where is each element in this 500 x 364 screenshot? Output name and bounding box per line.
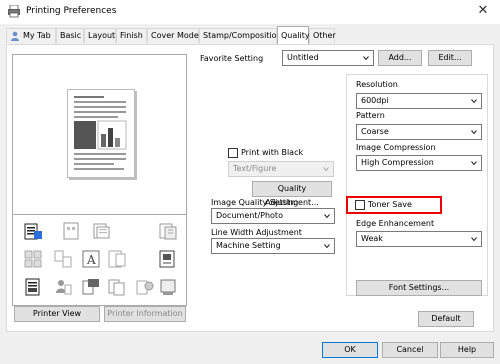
default-button[interactable]: Default xyxy=(418,311,474,327)
document-layout-icon xyxy=(24,223,42,240)
printer-icon xyxy=(8,5,20,18)
tab-label: Finish xyxy=(120,31,143,40)
duplex-icon xyxy=(159,223,177,240)
favorite-setting-label: Favorite Setting xyxy=(200,54,264,63)
tab-quality[interactable]: Quality xyxy=(277,26,310,44)
printing-preferences-window: Printing Preferences ✕ My Tab Basic Layo… xyxy=(0,0,500,364)
tab-label: Other xyxy=(313,31,336,40)
close-button[interactable]: ✕ xyxy=(466,0,500,24)
tab-label: My Tab xyxy=(23,31,51,40)
window-title: Printing Preferences xyxy=(26,6,117,16)
close-icon: ✕ xyxy=(477,3,489,18)
help-label: Help xyxy=(457,345,477,354)
add-button[interactable]: Add... xyxy=(378,50,422,66)
edge-enhancement-dropdown[interactable]: Weak xyxy=(356,231,482,247)
font-settings-label: Font Settings... xyxy=(388,283,450,292)
image-quality-setting-label: Image Quality Setting xyxy=(211,198,299,207)
pattern-label: Pattern xyxy=(356,111,385,120)
favorite-setting-value: Untitled xyxy=(287,53,319,62)
finishing-icon xyxy=(159,250,175,268)
tab-label: Stamp/Composition xyxy=(203,31,282,40)
chevron-down-icon xyxy=(324,244,330,249)
pattern-dropdown[interactable]: Coarse xyxy=(356,124,482,140)
ok-label: OK xyxy=(344,345,356,354)
chevron-down-icon xyxy=(471,130,477,135)
document-preview-icon xyxy=(67,89,135,178)
add-button-label: Add... xyxy=(388,53,412,62)
text-watermark-icon: A xyxy=(82,250,100,268)
image-compression-dropdown[interactable]: High Compression xyxy=(356,155,482,171)
dialog-button-bar: OK Cancel Help xyxy=(0,332,500,364)
poster-icon xyxy=(24,250,42,268)
output-options-icon-panel: A xyxy=(12,214,187,306)
printer-view-button[interactable]: Printer View xyxy=(14,306,100,322)
n-up-icon xyxy=(54,250,72,268)
chevron-down-icon xyxy=(363,56,369,61)
user-document-icon xyxy=(56,280,72,295)
line-width-adjustment-label: Line Width Adjustment xyxy=(211,228,302,237)
svg-text:A: A xyxy=(86,253,96,267)
zoom-icon xyxy=(108,250,126,268)
tab-stamp-composition[interactable]: Stamp/Composition xyxy=(199,28,282,43)
image-quality-value: Document/Photo xyxy=(216,211,283,220)
image-quality-dropdown[interactable]: Document/Photo xyxy=(211,208,335,224)
copies-icon xyxy=(108,279,125,296)
image-compression-label: Image Compression xyxy=(356,143,436,152)
cancel-button[interactable]: Cancel xyxy=(382,342,438,358)
account-track-icon xyxy=(136,280,154,295)
quality-adjustment-button[interactable]: Quality Adjustment... xyxy=(252,181,332,207)
cancel-label: Cancel xyxy=(396,345,424,354)
chevron-down-icon xyxy=(471,237,477,242)
font-settings-button[interactable]: Font Settings... xyxy=(356,280,482,296)
edge-enhancement-label: Edge Enhancement xyxy=(356,219,435,228)
toner-save-highlight xyxy=(346,196,442,214)
tab-layout[interactable]: Layout xyxy=(84,28,116,43)
chevron-down-icon xyxy=(471,161,477,166)
person-icon xyxy=(11,31,19,41)
printer-information-label: Printer Information xyxy=(107,309,183,318)
resolution-dropdown[interactable]: 600dpi xyxy=(356,93,482,109)
line-width-value: Machine Setting xyxy=(216,241,281,250)
tab-label: Basic xyxy=(60,31,82,40)
chevron-down-icon xyxy=(324,214,330,219)
tab-label: Quality xyxy=(281,31,310,40)
edge-enhancement-value: Weak xyxy=(361,234,383,243)
tab-other[interactable]: Other xyxy=(309,28,336,43)
chevron-down-icon xyxy=(471,99,477,104)
pattern-value: Coarse xyxy=(361,127,389,136)
text-figure-dropdown[interactable]: Text/Figure xyxy=(228,161,334,177)
booklet-icon xyxy=(93,223,110,239)
edit-button[interactable]: Edit... xyxy=(428,50,472,66)
staple-icon xyxy=(63,222,79,240)
tab-finish[interactable]: Finish xyxy=(116,28,147,43)
tab-label: Cover Mode xyxy=(151,31,199,40)
tab-basic[interactable]: Basic xyxy=(56,28,84,43)
sort-icon xyxy=(82,279,99,295)
chevron-down-icon xyxy=(323,167,329,172)
default-label: Default xyxy=(431,314,461,323)
print-with-black-label: Print with Black xyxy=(241,148,304,157)
image-compression-value: High Compression xyxy=(361,158,434,167)
print-preview-panel xyxy=(12,54,187,224)
print-with-black-checkbox[interactable] xyxy=(228,148,238,158)
line-width-dropdown[interactable]: Machine Setting xyxy=(211,238,335,254)
help-button[interactable]: Help xyxy=(440,342,494,358)
favorite-setting-dropdown[interactable]: Untitled xyxy=(282,50,374,66)
text-figure-value: Text/Figure xyxy=(233,164,277,173)
output-tray-icon xyxy=(160,279,176,295)
edit-button-label: Edit... xyxy=(438,53,462,62)
title-bar[interactable]: Printing Preferences ✕ xyxy=(0,0,500,24)
resolution-label: Resolution xyxy=(356,80,398,89)
tab-strip: My Tab Basic Layout Finish Cover Mode St… xyxy=(0,26,500,44)
tab-my-tab[interactable]: My Tab xyxy=(6,28,56,43)
tab-cover-mode[interactable]: Cover Mode xyxy=(147,28,199,43)
tab-label: Layout xyxy=(88,31,116,40)
stapled-document-icon xyxy=(25,278,40,296)
document-thumbnail-icon xyxy=(74,96,127,170)
printer-information-button[interactable]: Printer Information xyxy=(104,306,186,322)
printer-view-label: Printer View xyxy=(32,309,82,318)
resolution-value: 600dpi xyxy=(361,96,389,105)
ok-button[interactable]: OK xyxy=(322,342,378,358)
